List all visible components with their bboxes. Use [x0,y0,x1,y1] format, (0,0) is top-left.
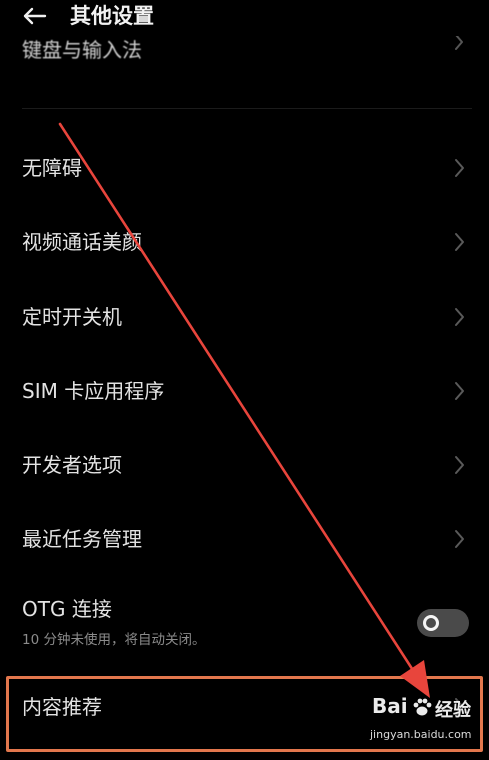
watermark-brand-a: Bai [372,694,408,718]
page-title: 其他设置 [70,4,154,28]
list-item-video-call-beauty[interactable]: 视频通话美颜 [0,213,489,273]
paw-icon [413,698,432,716]
section-divider [22,108,472,109]
list-item-label: 视频通话美颜 [22,230,142,254]
chevron-right-icon [455,530,464,548]
list-item-label: 键盘与输入法 [22,38,142,62]
watermark-brand-b: 经验 [435,700,471,721]
list-item-accessibility[interactable]: 无障碍 [0,139,489,199]
list-item-label: 最近任务管理 [22,527,142,551]
chevron-right-icon [455,36,463,50]
chevron-right-icon [455,382,464,400]
otg-sublabel: 10 分钟未使用，将自动关闭。 [22,632,206,648]
chevron-right-icon [455,233,464,251]
list-item-label: 定时开关机 [22,305,122,329]
baidu-jingyan-watermark: Bai 经验 jingyan.baidu.com [366,688,484,752]
watermark-url: jingyan.baidu.com [370,728,472,741]
list-item-label: 无障碍 [22,156,82,180]
chevron-right-icon [455,159,464,177]
toggle-knob [423,615,439,631]
list-item-developer-options[interactable]: 开发者选项 [0,436,489,496]
arrow-left-icon [23,7,47,25]
chevron-right-icon [455,308,464,326]
chevron-right-icon [455,456,464,474]
list-item-scheduled-power[interactable]: 定时开关机 [0,288,489,348]
list-item-label: SIM 卡应用程序 [22,379,165,403]
top-bar: 其他设置 [0,0,489,34]
otg-label: OTG 连接 [22,597,112,621]
list-item-keyboard[interactable]: 键盘与输入法 [0,36,489,72]
list-item-recent-tasks[interactable]: 最近任务管理 [0,510,489,570]
list-item-sim-apps[interactable]: SIM 卡应用程序 [0,362,489,422]
back-button[interactable] [14,0,54,32]
list-item-otg: OTG 连接 10 分钟未使用，将自动关闭。 [0,582,489,662]
list-item-label: 开发者选项 [22,453,122,477]
otg-toggle[interactable] [417,609,469,637]
